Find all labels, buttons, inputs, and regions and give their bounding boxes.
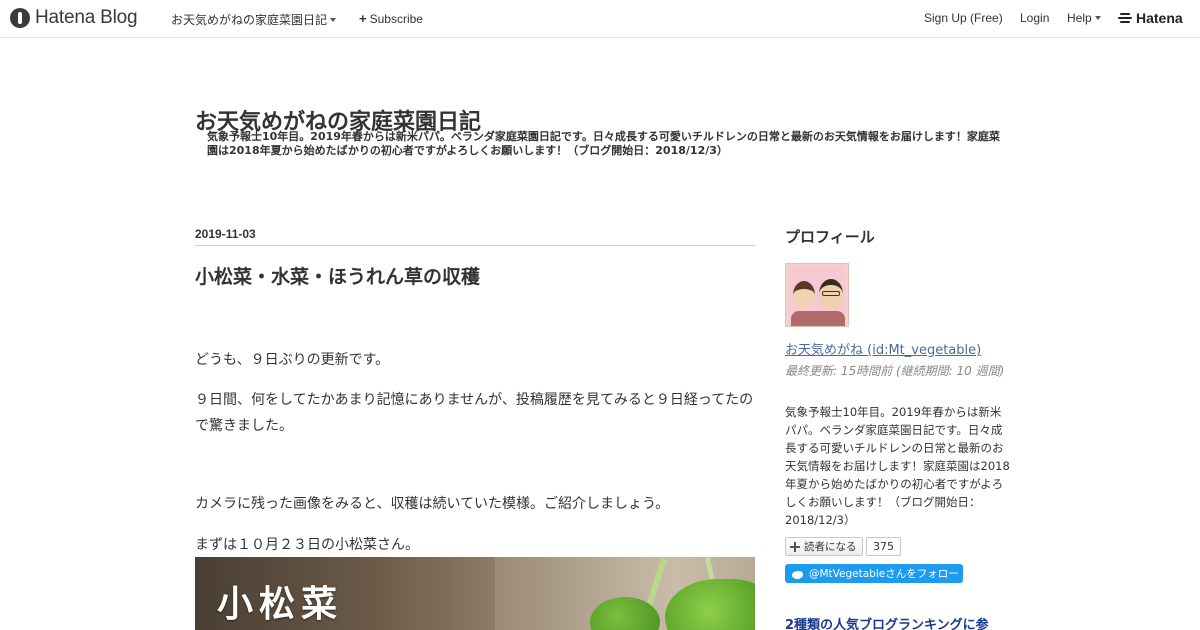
hatena-blog-logo-icon — [10, 8, 30, 28]
profile-name-link[interactable]: お天気めがね (id:Mt_vegetable) — [785, 339, 981, 358]
blog-menu-label: お天気めがねの家庭菜園日記 — [171, 13, 328, 27]
entry-paragraph: どうも、９日ぶりの更新です。 — [195, 352, 390, 368]
chevron-down-icon — [1094, 16, 1101, 20]
blog-description: 気象予報士10年目。2019年春からは新米パパ。ベランダ家庭菜園日記です。日々成… — [207, 130, 1000, 157]
plus-icon — [789, 541, 801, 553]
twitter-bird-icon — [791, 569, 804, 579]
divider — [195, 245, 755, 246]
photo-caption: 小松菜 — [217, 584, 344, 625]
profile-heading: プロフィール — [785, 228, 875, 246]
entry-title[interactable]: 小松菜・水菜・ほうれん草の収穫 — [195, 262, 480, 289]
hatena-logo[interactable]: Hatena — [1118, 10, 1183, 26]
ranking-heading[interactable]: 2種類の人気ブログランキングに参 — [785, 614, 989, 630]
avatar[interactable] — [785, 263, 849, 327]
help-label: Help — [1067, 11, 1092, 25]
hatena-blog-logo-text: Hatena Blog — [35, 7, 138, 28]
subscribe-label: Subscribe — [369, 11, 423, 26]
hatena-logo-text: Hatena — [1136, 10, 1183, 26]
avatar-face — [793, 281, 815, 309]
plus-icon: + — [359, 11, 367, 26]
hatena-mark-icon — [1118, 12, 1132, 24]
profile-description: 気象予報士10年目。2019年春からは新米パパ。ベランダ家庭菜園日記です。日々成… — [785, 405, 1010, 527]
hatena-blog-logo[interactable]: Hatena Blog — [10, 7, 138, 29]
reader-button-label: 読者になる — [804, 541, 857, 553]
twitter-follow-button[interactable]: @MtVegetableさんをフォロー — [785, 564, 963, 583]
reader-count-badge: 375 — [866, 537, 901, 556]
twitter-follow-label: @MtVegetableさんをフォロー — [809, 568, 959, 580]
chevron-down-icon — [330, 17, 337, 22]
blog-menu-dropdown[interactable]: お天気めがねの家庭菜園日記 — [171, 11, 337, 28]
entry-paragraph: ９日間、何をしてたかあまり記憶にありませんが、投稿履歴を見てみると９日経ってたの… — [195, 392, 754, 434]
entry-photo-komatsuna[interactable]: 小松菜 — [195, 557, 755, 630]
help-dropdown[interactable]: Help — [1067, 11, 1101, 25]
glasses-icon — [822, 291, 840, 296]
entry-date[interactable]: 2019-11-03 — [195, 227, 256, 241]
entry-paragraph: カメラに残った画像をみると、収穫は続いていた模様。ご紹介しましょう。 — [195, 496, 670, 512]
signup-link[interactable]: Sign Up (Free) — [924, 11, 1003, 25]
avatar-body — [791, 311, 845, 326]
profile-last-updated: 最終更新: 15時間前 (継続期間: 10 週間) — [785, 364, 1005, 378]
subscribe-reader-button[interactable]: 読者になる — [785, 537, 863, 556]
global-header: Hatena Blog お天気めがねの家庭菜園日記 + Subscribe Si… — [0, 0, 1200, 38]
login-link[interactable]: Login — [1020, 11, 1049, 25]
entry-paragraph: まずは１０月２３日の小松菜さん。 — [195, 537, 419, 553]
subscribe-button[interactable]: + Subscribe — [359, 11, 423, 26]
